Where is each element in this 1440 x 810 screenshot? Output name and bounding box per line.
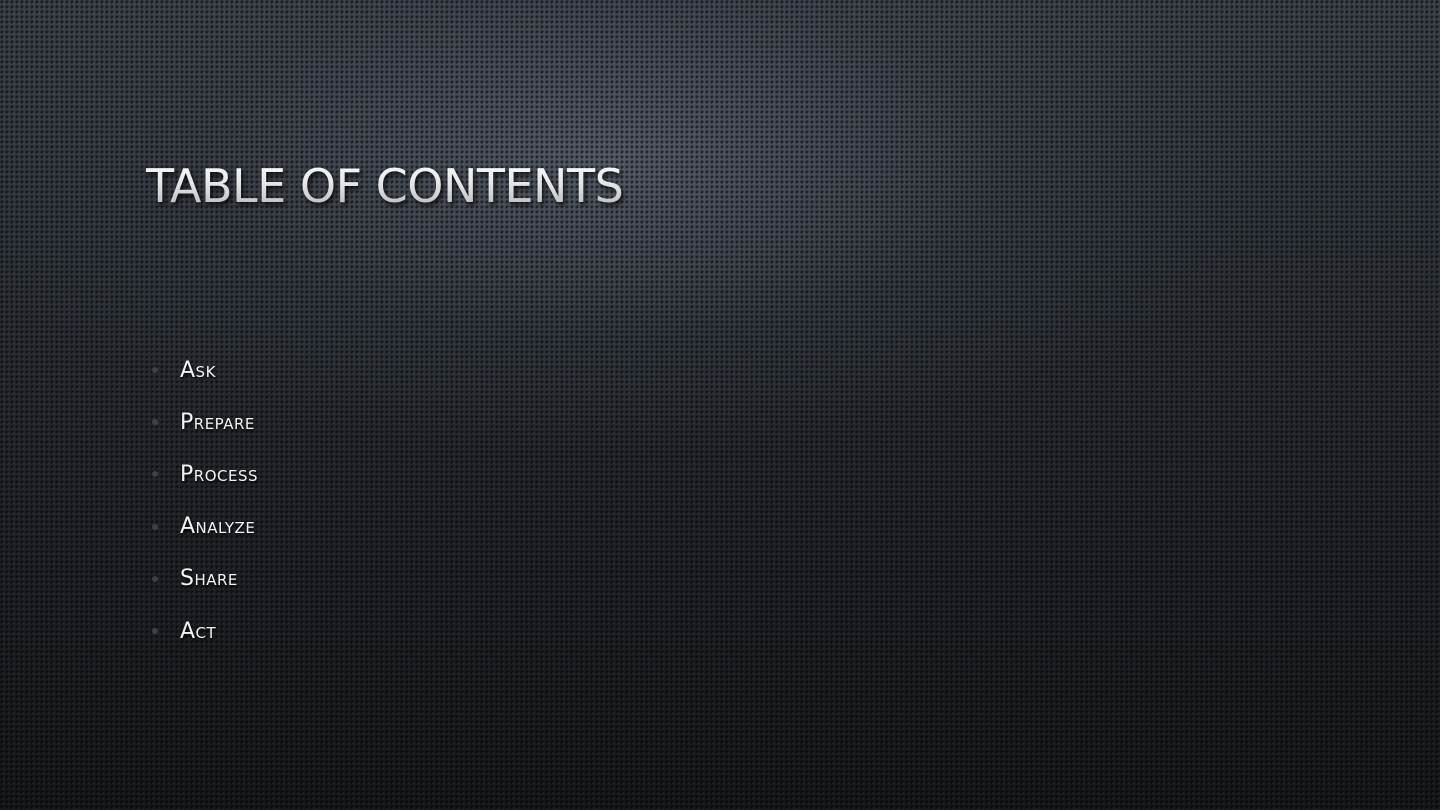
bullet-icon (152, 628, 158, 635)
toc-item-prepare: Prepare (150, 396, 258, 448)
toc-item-label: Act (180, 618, 217, 644)
slide-background: Table of Contents Ask Prepare Process An… (0, 0, 1440, 810)
bullet-icon (152, 471, 158, 478)
toc-item-label: Prepare (180, 409, 255, 435)
toc-item-label: Ask (180, 357, 216, 383)
toc-item-label: Share (180, 566, 238, 592)
bullet-icon (152, 367, 158, 374)
toc-item-process: Process (150, 448, 258, 500)
toc-item-analyze: Analyze (150, 501, 258, 553)
toc-item-share: Share (150, 553, 258, 605)
slide-title: Table of Contents (146, 156, 624, 216)
bullet-icon (152, 575, 158, 582)
bullet-icon (152, 419, 158, 426)
toc-item-label: Process (180, 461, 258, 487)
toc-item-ask: Ask (150, 344, 258, 396)
toc-item-label: Analyze (180, 514, 256, 540)
toc-list: Ask Prepare Process Analyze Share Act (150, 344, 258, 657)
bullet-icon (152, 523, 158, 530)
toc-item-act: Act (150, 605, 258, 657)
